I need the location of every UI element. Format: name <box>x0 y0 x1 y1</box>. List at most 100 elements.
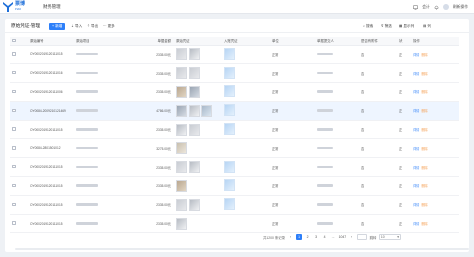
select-all-checkbox[interactable] <box>10 37 28 46</box>
detail-link[interactable]: 详情 <box>413 128 419 132</box>
entry-thumbnail[interactable] <box>224 123 235 136</box>
user-menu[interactable]: 刷新操作 <box>453 5 468 10</box>
row-checkbox[interactable] <box>10 63 28 84</box>
voucher-thumbnail[interactable] <box>176 123 187 136</box>
prev-page-icon[interactable]: ‹ <box>288 234 294 240</box>
detail-link[interactable]: 详情 <box>413 203 419 207</box>
column-header[interactable]: 原始项目 <box>74 37 126 46</box>
goto-input[interactable] <box>357 234 368 240</box>
next-page-icon[interactable]: › <box>349 234 355 240</box>
voucher-thumbnail[interactable] <box>188 48 200 61</box>
delete-link[interactable]: 删除 <box>421 109 427 113</box>
page-button[interactable]: 1047 <box>339 234 347 240</box>
export-button[interactable]: ⇡ 导出 <box>85 23 100 30</box>
row-checkbox[interactable] <box>10 214 28 234</box>
table-row[interactable]: OY0002019120111006 2335.00元 正常 否正详情 删除 <box>10 82 459 102</box>
voucher-thumbnail[interactable] <box>188 67 200 80</box>
page-size-select[interactable]: 10 ▾ <box>378 234 401 240</box>
detail-link[interactable]: 详情 <box>413 147 419 151</box>
import-button[interactable]: ⇣ 导入 <box>69 23 84 30</box>
columns-button[interactable]: ▦ 显示列 <box>397 23 416 30</box>
row-checkbox[interactable] <box>10 120 28 140</box>
avatar[interactable] <box>442 4 449 10</box>
voucher-thumbnail[interactable] <box>188 161 200 174</box>
bell-icon[interactable] <box>434 5 439 10</box>
column-header[interactable]: 是否有附件 <box>359 37 397 46</box>
column-header[interactable]: 操作 <box>411 37 459 46</box>
voucher-thumbnail[interactable] <box>176 48 187 61</box>
detail-link[interactable]: 详情 <box>413 222 419 226</box>
delete-link[interactable]: 删除 <box>421 128 427 132</box>
detail-link[interactable]: 详情 <box>413 53 419 57</box>
voucher-thumbnail[interactable] <box>188 198 200 211</box>
row-checkbox[interactable] <box>10 82 28 102</box>
accounting-link[interactable]: 会计 <box>422 5 430 10</box>
page-button[interactable]: 1 <box>296 234 303 240</box>
entry-thumbnail[interactable] <box>224 104 235 117</box>
delete-link[interactable]: 删除 <box>421 53 427 57</box>
column-header[interactable]: 单据提交人 <box>315 37 359 46</box>
search-button[interactable]: ⌕ 搜索 <box>361 23 375 30</box>
voucher-thumbnail[interactable] <box>176 217 187 230</box>
table-row[interactable]: OY0002019120111015 2335.00元 正常 否正详情 删除 <box>10 157 459 178</box>
entry-thumbnail[interactable] <box>224 66 235 79</box>
voucher-thumbnail[interactable] <box>176 104 187 117</box>
voucher-thumbnail[interactable] <box>176 85 187 98</box>
entry-thumbnail[interactable] <box>224 160 235 173</box>
voucher-thumbnail[interactable] <box>188 104 200 117</box>
column-header[interactable]: 状 <box>397 37 411 46</box>
add-button[interactable]: + 新增 <box>49 22 66 30</box>
detail-link[interactable]: 详情 <box>413 72 419 76</box>
entry-thumbnail[interactable] <box>224 198 235 211</box>
row-checkbox[interactable] <box>10 157 28 178</box>
delete-link[interactable]: 删除 <box>421 147 427 151</box>
column-header[interactable]: 原始编号 <box>28 37 74 46</box>
delete-link[interactable]: 删除 <box>421 203 427 207</box>
column-header[interactable]: 入账凭证 <box>222 37 270 46</box>
column-header[interactable]: 原始凭证 <box>174 37 222 46</box>
column-button[interactable]: ▤ 列 <box>421 23 433 30</box>
detail-link[interactable]: 详情 <box>413 109 419 113</box>
delete-link[interactable]: 删除 <box>421 166 427 170</box>
voucher-thumbnail[interactable] <box>188 123 200 136</box>
table-row[interactable]: OY0084-2009210121469 4786.00元 正常 否正详情 删除 <box>10 101 459 121</box>
column-header[interactable]: 单位 <box>270 37 315 46</box>
table-row[interactable]: OY0002019120111015 2335.00元 正常 否正详情 删除 <box>10 195 459 215</box>
detail-link[interactable]: 详情 <box>413 90 419 94</box>
row-checkbox[interactable] <box>10 138 28 159</box>
voucher-thumbnail[interactable] <box>176 142 187 155</box>
horizontal-scrollbar[interactable] <box>15 248 469 250</box>
row-checkbox[interactable] <box>10 45 28 65</box>
row-checkbox[interactable] <box>10 101 28 121</box>
table-row[interactable]: OY0002019120111015 2335.00元 正常 否正详情 删除 <box>10 120 459 140</box>
delete-link[interactable]: 删除 <box>421 222 427 226</box>
voucher-thumbnail[interactable] <box>176 161 187 174</box>
page-button[interactable]: 4 <box>322 234 328 240</box>
delete-link[interactable]: 删除 <box>421 184 427 188</box>
table-row[interactable]: OY0002019120111015 2335.00元 正常 否正详情 删除 <box>10 45 459 65</box>
table-row[interactable]: OY0002019120111015 2335.00元 正常 否正详情 删除 <box>10 176 459 196</box>
voucher-thumbnail[interactable] <box>188 85 200 98</box>
voucher-thumbnail[interactable] <box>176 198 187 211</box>
voucher-thumbnail[interactable] <box>201 104 212 117</box>
delete-link[interactable]: 删除 <box>421 72 427 76</box>
page-button[interactable]: 2 <box>305 234 311 240</box>
screen-icon[interactable] <box>413 5 418 10</box>
page-button[interactable]: 3 <box>313 234 319 240</box>
table-row[interactable]: OY0002019120111016 2335.00元 正常 否正详情 删除 <box>10 63 459 84</box>
voucher-thumbnail[interactable] <box>176 67 187 80</box>
row-checkbox[interactable] <box>10 176 28 196</box>
row-checkbox[interactable] <box>10 195 28 215</box>
entry-thumbnail[interactable] <box>224 179 235 192</box>
more-button[interactable]: ⋯ 更多 <box>101 23 117 30</box>
delete-link[interactable]: 删除 <box>421 90 427 94</box>
filter-button[interactable]: ⊽ 筛选 <box>379 23 394 30</box>
column-header[interactable]: 单据金额 <box>126 37 174 46</box>
detail-link[interactable]: 详情 <box>413 184 419 188</box>
table-row[interactable]: OY0002019120111015 2335.00元 正常 否正详情 删除 <box>10 214 459 234</box>
page-button[interactable]: ... <box>330 234 336 240</box>
nav-item-finance[interactable]: 财务管理 <box>43 4 61 10</box>
voucher-thumbnail[interactable] <box>176 179 187 192</box>
entry-thumbnail[interactable] <box>224 85 235 98</box>
goto-label[interactable]: 跳转 <box>370 235 377 240</box>
